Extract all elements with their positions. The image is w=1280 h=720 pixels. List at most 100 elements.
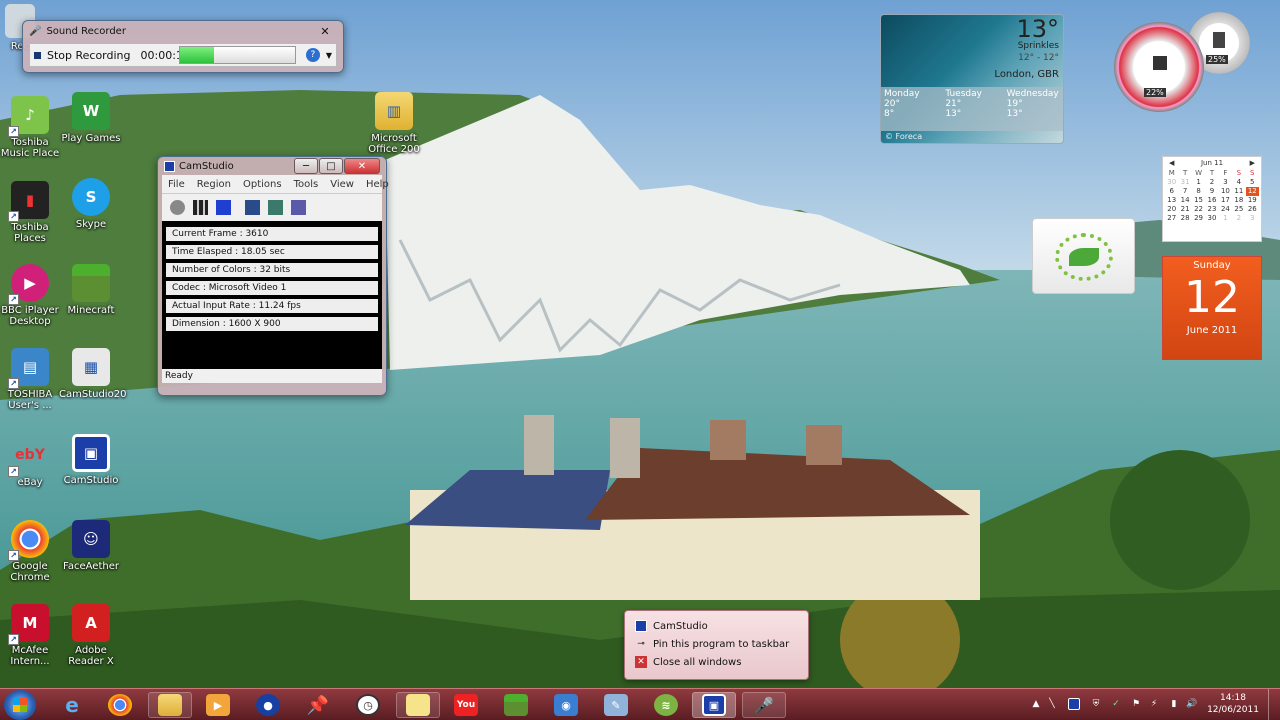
calendar-day[interactable]: 6 [1165,187,1178,196]
desktop-icon-camstudio[interactable]: ▣ CamStudio [59,434,123,486]
taskbar-spotify[interactable]: ≋ [644,692,688,718]
sync-icon[interactable]: ✓ [1110,698,1122,710]
minimize-button[interactable]: ─ [294,158,318,174]
taskbar-messenger[interactable]: ● [246,692,290,718]
calendar-day[interactable]: 21 [1178,205,1191,214]
calendar-day[interactable]: 9 [1205,187,1218,196]
taskbar-pin[interactable]: 📌 [296,692,340,718]
calendar-day[interactable]: 22 [1192,205,1205,214]
start-button[interactable] [4,690,36,720]
calendar-day[interactable]: 18 [1232,196,1245,205]
calendar-day[interactable]: 15 [1192,196,1205,205]
help-icon[interactable]: ? [305,48,320,62]
sound-recorder-titlebar[interactable]: 🎤 Sound Recorder ✕ [23,21,343,41]
calendar-day[interactable]: 30 [1165,178,1178,187]
calendar-day[interactable]: 1 [1192,178,1205,187]
autopan-icon[interactable] [268,200,283,215]
region-icon[interactable] [245,200,260,215]
desktop-icon-camstudio20[interactable]: ▦ CamStudio20 [59,348,126,400]
chevron-left-icon[interactable]: ◀ [1169,159,1174,167]
calendar-day[interactable]: 8 [1192,187,1205,196]
shield-icon[interactable]: ⛨ [1090,698,1102,710]
chevron-down-icon[interactable]: ▼ [326,51,332,60]
desktop-icon-adobe-reader[interactable]: A Adobe Reader X [59,604,123,667]
calendar-day[interactable]: 13 [1165,196,1178,205]
pause-icon[interactable] [193,200,208,215]
calendar-day[interactable]: 24 [1219,205,1232,214]
desktop-icon-skype[interactable]: S Skype [59,178,123,230]
camstudio-titlebar[interactable]: CamStudio ─ □ ✕ [158,157,386,175]
calendar-day[interactable]: 25 [1232,205,1245,214]
calendar-day[interactable]: 11 [1232,187,1245,196]
stop-icon[interactable] [216,200,231,215]
taskbar-internet-explorer[interactable]: e [50,692,94,718]
taskbar-chrome[interactable] [98,692,142,718]
calendar-day[interactable]: 2 [1232,214,1245,223]
desktop-icon-toshiba-places[interactable]: ▮ ↗ Toshiba Places [0,181,62,244]
calendar-day[interactable]: 28 [1178,214,1191,223]
calendar-day[interactable]: 5 [1246,178,1259,187]
record-icon[interactable] [170,200,185,215]
taskbar-camera[interactable]: ◉ [544,692,588,718]
calendar-day[interactable]: 14 [1178,196,1191,205]
taskbar-explorer[interactable] [148,692,192,718]
close-button[interactable]: ✕ [344,158,380,174]
menu-view[interactable]: View [324,179,360,190]
calendar-day[interactable]: 7 [1178,187,1191,196]
desktop-icon-mcafee[interactable]: M ↗ McAfee Intern... [0,604,62,667]
calendar-day[interactable]: 19 [1246,196,1259,205]
desktop-icon-toshiba-manual[interactable]: ▤ ↗ TOSHIBA User's ... [0,348,62,411]
menu-file[interactable]: File [162,179,191,190]
taskbar-sticky-notes[interactable] [396,692,440,718]
calendar-day[interactable]: 30 [1205,214,1218,223]
camstudio-tray-icon[interactable] [1068,698,1080,710]
network-icon[interactable]: ▮ [1168,698,1180,710]
calendar-day[interactable]: 27 [1165,214,1178,223]
calendar-gadget[interactable]: ◀ Jun 11 ▶ M T W T F S S 30 31 1 2 3 4 5 6 7 8 9 10 11 12 13 1… [1162,156,1262,362]
desktop-icon-google-chrome[interactable]: ↗ Google Chrome [0,520,62,583]
chevron-right-icon[interactable]: ▶ [1250,159,1255,167]
desktop-icon-play-games[interactable]: W Play Games [59,92,123,144]
flag-icon[interactable]: ⚑ [1130,698,1142,710]
taskbar-paint[interactable]: ✎ [594,692,638,718]
menu-tools[interactable]: Tools [288,179,325,190]
calendar-day[interactable]: 17 [1219,196,1232,205]
menu-region[interactable]: Region [191,179,237,190]
calendar-day[interactable]: 3 [1219,178,1232,187]
cpu-meter-gadget[interactable]: 25% 22% [1114,10,1254,118]
close-button[interactable]: ✕ [313,24,337,38]
volume-icon[interactable]: 🔊 [1186,698,1198,710]
calendar-day[interactable]: 4 [1232,178,1245,187]
desktop-icon-bbc-iplayer[interactable]: ▶ ↗ BBC iPlayer Desktop [0,264,62,327]
calendar-day[interactable]: 1 [1219,214,1232,223]
taskbar-camstudio[interactable]: ▣ [692,692,736,718]
taskbar-minecraft[interactable] [494,692,538,718]
pen-icon[interactable]: ╲ [1046,698,1058,710]
taskbar-youtube[interactable]: You [444,692,488,718]
taskbar-clock[interactable]: ◷ [346,692,390,718]
taskbar-sound-recorder[interactable]: 🎤 [742,692,786,718]
jump-list-item-pin[interactable]: ⊸ Pin this program to taskbar [629,635,804,653]
calendar-day[interactable]: 16 [1205,196,1218,205]
calendar-day[interactable]: 26 [1246,205,1259,214]
desktop-icon-toshiba-music-place[interactable]: ♪ ↗ Toshiba Music Place [0,96,62,159]
power-icon[interactable]: ⚡ [1148,698,1160,710]
desktop-icon-ebay[interactable]: ebY ↗ eBay [0,436,62,488]
clock[interactable]: 14:18 12/06/2011 [1204,692,1262,716]
jump-list-item-close-all[interactable]: ✕ Close all windows [629,653,804,671]
annotation-icon[interactable] [291,200,306,215]
menu-help[interactable]: Help [360,179,395,190]
jump-list-item-camstudio[interactable]: CamStudio [629,617,804,635]
calendar-day[interactable]: 20 [1165,205,1178,214]
power-gadget[interactable] [1032,218,1135,294]
menu-options[interactable]: Options [237,179,288,190]
calendar-day[interactable]: 12 [1245,187,1259,196]
desktop-icon-minecraft[interactable]: Minecraft [59,264,123,316]
desktop-icon-faceaether[interactable]: ☺ FaceAether [59,520,123,572]
desktop-icon-office-folder[interactable]: ▥ Microsoft Office 200 [362,92,426,155]
stop-recording-button[interactable]: Stop Recording [47,49,141,62]
calendar-day[interactable]: 3 [1246,214,1259,223]
weather-gadget[interactable]: 13° Sprinkles 12° - 12° London, GBR Mond… [880,14,1064,144]
maximize-button[interactable]: □ [319,158,343,174]
calendar-day[interactable]: 31 [1178,178,1191,187]
